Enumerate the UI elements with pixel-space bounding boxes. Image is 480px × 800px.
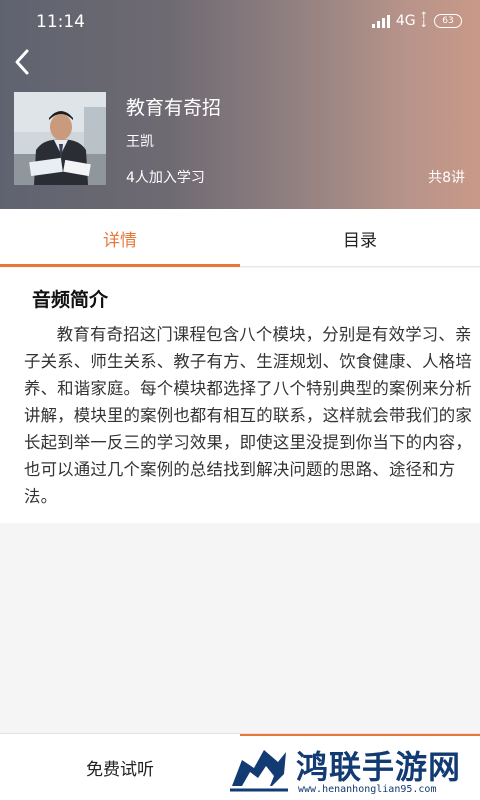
status-indicators: 4G ↑ ↓ 63 [371,11,462,30]
watermark-name: 鸿联手游网 [296,748,462,786]
intro-heading: 音频简介 [32,289,109,311]
tab-details[interactable]: 详情 [0,209,240,267]
tab-bar: 详情 目录 [0,209,480,267]
course-title: 教育有奇招 [126,97,222,119]
back-arrow-icon[interactable] [10,48,38,76]
teacher-name: 王凯 [126,134,154,150]
audio-intro-section: 音频简介 教育有奇招这门课程包含八个模块，分别是有效学习、亲子关系、师生关系、教… [0,268,480,523]
course-header: 11:14 4G ↑ ↓ 63 教育有奇招 王凯 4人加入学习 共8讲 [0,0,480,209]
battery-icon: 63 [434,14,462,28]
lesson-count: 共8讲 [428,170,465,186]
site-watermark: 鸿联手游网 www.henanhonglian95.com [228,740,480,800]
intro-body-text: 教育有奇招这门课程包含八个模块，分别是有效学习、亲子关系、师生关系、教子有方、生… [24,325,472,506]
active-tab-indicator [0,264,240,267]
network-label: 4G [395,13,416,29]
status-time: 11:14 [36,12,85,32]
signal-icon [371,14,390,28]
course-cover-image [14,92,106,185]
secondary-action-accent [240,734,480,736]
data-arrows-icon: ↑ ↓ [419,11,428,30]
free-trial-button[interactable]: 免费试听 [0,734,240,800]
learner-count: 4人加入学习 [126,170,205,186]
bull-logo-icon [230,750,288,792]
tab-catalog[interactable]: 目录 [240,209,480,267]
status-bar: 11:14 4G ↑ ↓ 63 [0,0,480,44]
watermark-url: www.henanhonglian95.com [298,784,437,795]
